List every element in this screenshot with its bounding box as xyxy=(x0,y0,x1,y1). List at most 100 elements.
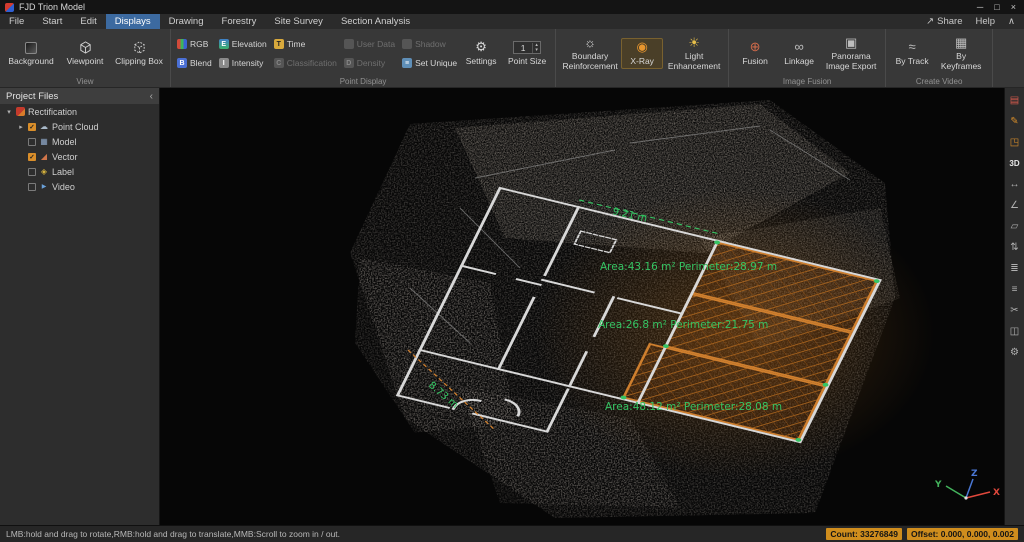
rgb-button[interactable]: RGB xyxy=(176,35,213,53)
offset-badge: Offset: 0.000, 0.000, 0.002 xyxy=(906,528,1018,540)
point-cloud-canvas[interactable]: 9.21 m Area:43.16 m² Perimeter:28.97 m A… xyxy=(160,88,1004,525)
fusion-icon: ⊕ xyxy=(749,39,761,55)
share-button[interactable]: ↗ Share xyxy=(926,16,962,27)
point-count-badge: Count: 33276849 xyxy=(826,528,902,540)
viewpoint-cube-icon xyxy=(78,40,93,55)
rgb-icon xyxy=(177,39,187,49)
elevation-button[interactable]: E Elevation xyxy=(218,35,268,53)
measure-distance-icon[interactable]: ↔ xyxy=(1007,177,1023,192)
help-button[interactable]: Help xyxy=(975,16,995,27)
menu-edit[interactable]: Edit xyxy=(71,14,105,29)
maximize-button[interactable]: □ xyxy=(994,2,999,12)
by-keyframes-button[interactable]: ▦ By Keyframes xyxy=(935,34,987,72)
measure-angle-icon[interactable]: ∠ xyxy=(1007,198,1023,213)
clip-icon[interactable]: ✂ xyxy=(1007,303,1023,318)
x-ray-button[interactable]: ◉ X-Ray xyxy=(621,38,664,69)
spin-down-icon[interactable]: ▾ xyxy=(533,47,540,53)
video-icon: ▶ xyxy=(41,184,47,190)
measure-area-icon[interactable]: ▱ xyxy=(1007,219,1023,234)
time-icon: T xyxy=(273,39,284,49)
menu-bar: File Start Edit Displays Drawing Forestr… xyxy=(0,14,1024,29)
settings-button[interactable]: ⚙ Settings xyxy=(460,39,502,68)
tree-item-label: Label xyxy=(52,166,75,177)
tree-item-vector[interactable]: ✓ ◢ Vector xyxy=(0,149,159,164)
axis-z-label: Z xyxy=(971,469,978,479)
light-enhancement-button[interactable]: ☀ Light Enhancement xyxy=(665,34,723,72)
model-checkbox[interactable] xyxy=(28,137,36,146)
3d-view-icon[interactable]: 3D xyxy=(1007,156,1023,171)
light-enhancement-icon: ☀ xyxy=(688,34,700,50)
intensity-button[interactable]: I Intensity xyxy=(218,54,268,72)
time-button[interactable]: T Time xyxy=(273,35,338,53)
point-size-value[interactable]: 1 xyxy=(514,43,532,53)
viewpoint-button[interactable]: Viewpoint xyxy=(59,39,111,68)
menu-file[interactable]: File xyxy=(0,14,33,29)
linkage-button[interactable]: ∞ Linkage xyxy=(778,39,820,68)
panel-list-icon[interactable]: ▤ xyxy=(1007,93,1023,108)
point-size-spinner[interactable]: ▴ ▾ xyxy=(532,42,540,53)
boundary-reinforcement-button[interactable]: ☼ Boundary Reinforcement xyxy=(561,34,619,72)
tree-item-label: Model xyxy=(52,136,77,147)
minimize-button[interactable]: ─ xyxy=(977,2,983,12)
blend-button[interactable]: B Blend xyxy=(176,54,213,72)
panel-title: Project Files xyxy=(6,90,59,102)
user-data-button: User Data xyxy=(343,35,396,53)
viewport-3d[interactable]: 9.21 m Area:43.16 m² Perimeter:28.97 m A… xyxy=(160,88,1004,525)
menu-displays[interactable]: Displays xyxy=(105,14,160,29)
collapsed-arrow-icon[interactable]: ▸ xyxy=(17,123,25,131)
clipping-box-button[interactable]: Clipping Box xyxy=(113,39,165,68)
menu-forestry[interactable]: Forestry xyxy=(213,14,266,29)
annotate-icon[interactable]: ✎ xyxy=(1007,114,1023,129)
compare-icon[interactable]: ◫ xyxy=(1007,324,1023,339)
panorama-image-export-button[interactable]: ▣ Panorama Image Export xyxy=(822,34,880,72)
shadow-icon xyxy=(402,39,413,49)
create-video-group-label: Create Video xyxy=(915,77,963,86)
close-button[interactable]: × xyxy=(1011,2,1016,12)
point-cloud-checkbox[interactable]: ✓ xyxy=(28,122,36,131)
fusion-button[interactable]: ⊕ Fusion xyxy=(734,39,776,68)
tree-item-video[interactable]: ▶ Video xyxy=(0,179,159,194)
export-icon[interactable]: ◳ xyxy=(1007,135,1023,150)
annotation-list-icon[interactable]: ≣ xyxy=(1007,261,1023,276)
ribbon-collapse-icon[interactable]: ∧ xyxy=(1008,16,1015,27)
background-button[interactable]: Background xyxy=(5,39,57,68)
model-icon: ▦ xyxy=(40,137,48,146)
panel-collapse-icon[interactable]: ‹ xyxy=(150,91,153,102)
vector-checkbox[interactable]: ✓ xyxy=(28,152,36,161)
tree-item-model[interactable]: ▦ Model xyxy=(0,134,159,149)
tree-item-label[interactable]: ◈ Label xyxy=(0,164,159,179)
status-bar: LMB:hold and drag to rotate,RMB:hold and… xyxy=(0,525,1024,542)
measure-height-icon[interactable]: ⇅ xyxy=(1007,240,1023,255)
tree-item-label: Point Cloud xyxy=(52,121,99,132)
label-icon: ◈ xyxy=(40,167,48,176)
density-button: D Density xyxy=(343,54,396,72)
menu-section-analysis[interactable]: Section Analysis xyxy=(332,14,419,29)
boundary-reinforcement-icon: ☼ xyxy=(584,34,597,50)
share-icon: ↗ xyxy=(926,16,935,27)
tree-item-point-cloud[interactable]: ▸ ✓ ☁ Point Cloud xyxy=(0,119,159,134)
menu-start[interactable]: Start xyxy=(33,14,71,29)
settings-icon[interactable]: ⚙ xyxy=(1007,345,1023,360)
expand-arrow-icon[interactable]: ▾ xyxy=(5,108,13,116)
by-keyframes-icon: ▦ xyxy=(954,34,968,50)
view-group-label: View xyxy=(76,77,94,86)
point-size-control[interactable]: 1 ▴ ▾ Point Size xyxy=(504,41,550,66)
layers-icon[interactable]: ≡ xyxy=(1007,282,1023,297)
area-label-3: Area:48.12 m² Perimeter:28.08 m xyxy=(605,401,782,413)
tree-item-rectification[interactable]: ▾ Rectification xyxy=(0,104,159,119)
set-unique-icon: ≡ xyxy=(402,58,413,68)
classification-icon: C xyxy=(273,58,284,68)
background-icon xyxy=(25,41,37,54)
menu-drawing[interactable]: Drawing xyxy=(160,14,213,29)
video-checkbox[interactable] xyxy=(28,182,36,191)
label-checkbox[interactable] xyxy=(28,167,36,176)
rectification-icon xyxy=(16,107,25,116)
set-unique-button[interactable]: ≡ Set Unique xyxy=(401,54,458,72)
clipping-box-icon xyxy=(132,40,147,55)
menu-site-survey[interactable]: Site Survey xyxy=(265,14,332,29)
gear-icon: ⚙ xyxy=(475,39,487,55)
blend-icon: B xyxy=(177,58,187,68)
area-label-1: Area:43.16 m² Perimeter:28.97 m xyxy=(600,261,777,273)
by-track-button[interactable]: ≈ By Track xyxy=(891,39,933,68)
tree-item-label: Vector xyxy=(52,151,78,162)
